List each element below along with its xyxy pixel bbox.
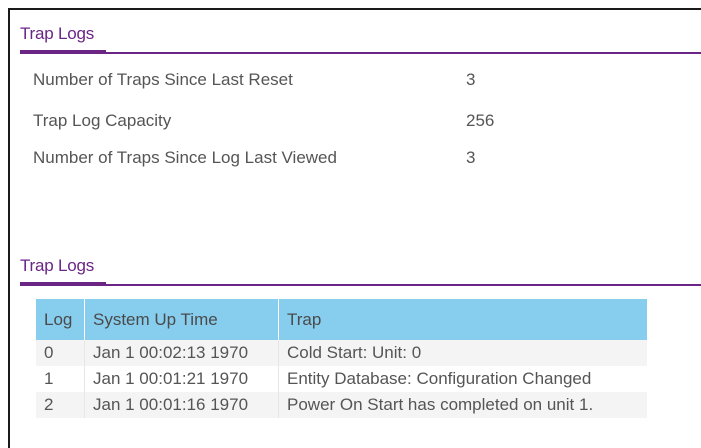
trap-log-table: Log System Up Time Trap 0 Jan 1 00:02:13… [36, 299, 647, 418]
table-header-row: Log System Up Time Trap [36, 299, 647, 340]
trap-cell: Power On Start has completed on unit 1. [278, 392, 647, 418]
log-cell: 2 [36, 392, 85, 418]
log-section-rule [20, 284, 701, 286]
table-row[interactable]: 1 Jan 1 00:01:21 1970 Entity Database: C… [36, 366, 647, 392]
log-cell: 1 [36, 366, 85, 392]
traps-since-reset-value: 3 [466, 70, 476, 89]
traps-since-reset-label: Number of Traps Since Last Reset [33, 70, 293, 89]
log-section-title: Trap Logs [20, 256, 95, 275]
trap-log-capacity-value: 256 [466, 111, 495, 130]
trap-log-capacity-label: Trap Log Capacity [33, 111, 172, 130]
system-up-time-cell: Jan 1 00:01:16 1970 [84, 392, 279, 418]
system-up-time-cell: Jan 1 00:02:13 1970 [84, 340, 279, 366]
summary-section-title: Trap Logs [20, 24, 95, 43]
log-cell: 0 [36, 340, 85, 366]
trap-cell: Cold Start: Unit: 0 [278, 340, 647, 366]
system-up-time-cell: Jan 1 00:01:21 1970 [84, 366, 279, 392]
column-header-log[interactable]: Log [36, 299, 85, 340]
summary-section-rule [20, 52, 701, 54]
table-row[interactable]: 2 Jan 1 00:01:16 1970 Power On Start has… [36, 392, 647, 418]
column-header-trap[interactable]: Trap [278, 299, 647, 340]
traps-since-viewed-label: Number of Traps Since Log Last Viewed [33, 148, 337, 167]
column-header-system-up-time[interactable]: System Up Time [84, 299, 279, 340]
trap-cell: Entity Database: Configuration Changed [278, 366, 647, 392]
table-row[interactable]: 0 Jan 1 00:02:13 1970 Cold Start: Unit: … [36, 340, 647, 366]
traps-since-viewed-value: 3 [466, 148, 476, 167]
